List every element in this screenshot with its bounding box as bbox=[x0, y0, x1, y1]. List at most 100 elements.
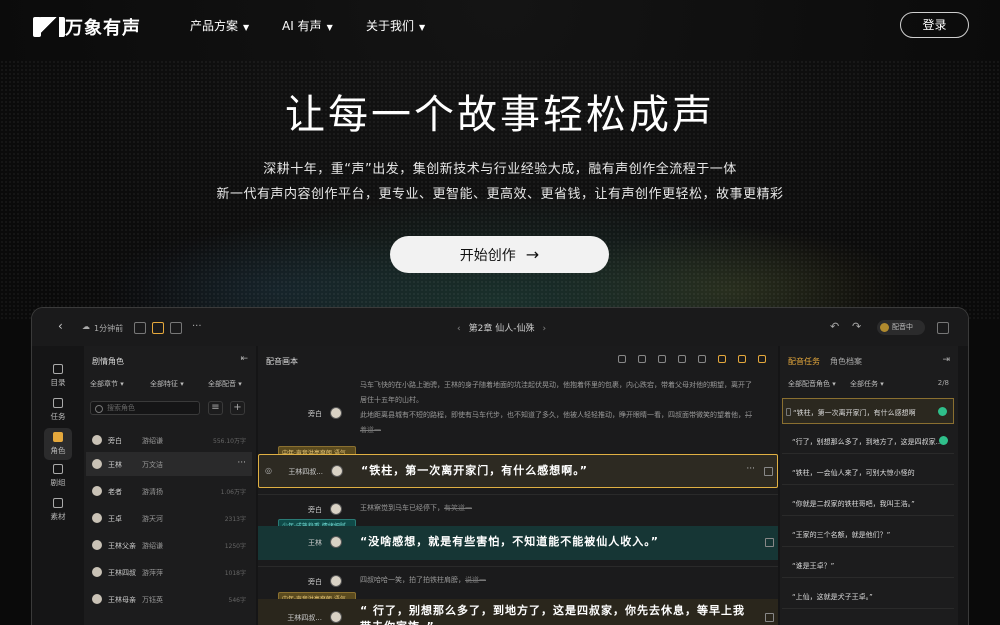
rail-item-roles[interactable]: 角色 bbox=[44, 428, 72, 460]
comment-icon[interactable] bbox=[765, 613, 774, 622]
export-icon[interactable] bbox=[937, 322, 949, 334]
script-line[interactable]: 旁白 四叔哈哈一笑，拍了拍铁柱肩膀，说道一 bbox=[258, 568, 778, 594]
task-item[interactable]: “王家的三个名额，就是他们？” bbox=[782, 521, 954, 547]
rail-item-assets[interactable]: 素材 bbox=[44, 498, 72, 522]
rail-item-crew[interactable]: 剧组 bbox=[44, 464, 72, 488]
play-icon[interactable] bbox=[618, 355, 626, 363]
chapter-switcher[interactable]: ‹ 第2章 仙人-仙殊 › bbox=[449, 321, 554, 334]
login-button[interactable]: 登录 bbox=[900, 12, 969, 38]
divider bbox=[258, 494, 778, 495]
task-item[interactable]: “上仙，这就是犬子王卓。” bbox=[782, 583, 954, 609]
script-line[interactable]: 王林 “没啥感想，就是有些害怕，不知道能不能被仙人收入。” bbox=[258, 526, 778, 560]
filter-task[interactable]: 全部任务 ▾ bbox=[850, 379, 884, 389]
role-search-input[interactable]: 搜索角色 bbox=[90, 401, 200, 415]
cloud-save-icon: ☁ bbox=[82, 322, 90, 331]
role-row[interactable]: 王林四叔 游萍萍 1018字 bbox=[86, 560, 252, 584]
role-row[interactable]: 王卓 游天河 2313字 bbox=[86, 506, 252, 530]
avatar bbox=[330, 503, 342, 515]
task-item[interactable]: “你就是二叔家的铁柱哥吧，我叫王浩。” bbox=[782, 490, 954, 516]
top-nav: 万象有声 产品方案 ▼ AI 有声 ▼ 关于我们 ▼ 登录 bbox=[0, 0, 1000, 50]
nav-item-about[interactable]: 关于我们 ▼ bbox=[366, 17, 425, 34]
font-icon[interactable] bbox=[698, 355, 706, 363]
task-item[interactable]: “铁柱，第一次离开家门，有什么感想啊 bbox=[782, 398, 954, 424]
script-line-selected[interactable]: ◎ 王林四叔... “铁柱，第一次离开家门，有什么感想啊。” ··· bbox=[258, 454, 778, 488]
chapter-title: 第2章 仙人-仙殊 bbox=[468, 324, 535, 334]
cta-label: 开始创作 bbox=[459, 247, 516, 264]
redo-icon[interactable]: ↷ bbox=[852, 320, 861, 333]
microphone-icon[interactable] bbox=[152, 322, 164, 334]
comment-icon[interactable] bbox=[765, 538, 774, 547]
collapse-right-icon[interactable]: ⇥ bbox=[942, 355, 950, 365]
add-role-button[interactable]: + bbox=[230, 401, 245, 415]
script-line[interactable]: 旁白 马车飞快的在小路上驰骋，王林的身子随着地面的坑洼起伏晃动，他抱着怀里的包裹… bbox=[258, 374, 778, 452]
line-speaker: 旁白 bbox=[308, 506, 322, 514]
line-speaker: 王林四叔... bbox=[287, 614, 322, 622]
line-text: “没啥感想，就是有些害怕，不知道能不能被仙人收入。” bbox=[360, 535, 659, 548]
more-icon[interactable]: ··· bbox=[746, 464, 755, 474]
avatar bbox=[331, 465, 343, 477]
start-creating-button[interactable]: 开始创作 → bbox=[390, 236, 609, 273]
role-row[interactable]: 王林 万文洁 ··· bbox=[86, 452, 252, 476]
document-icon[interactable] bbox=[134, 322, 146, 334]
left-rail: 目录 任务 角色 剧组 素材 bbox=[32, 346, 82, 625]
role-row[interactable]: 王林母亲 万钰英 546字 bbox=[86, 587, 252, 611]
hero-subtitle-1: 深耕十年，重“声”出发，集创新技术与行业经验大成，融有声创作全流程于一体 bbox=[263, 162, 737, 177]
asset-icon bbox=[53, 498, 63, 508]
filter-chapter[interactable]: 全部章节 ▾ bbox=[90, 379, 124, 389]
more-icon[interactable]: ··· bbox=[192, 321, 202, 332]
avatar bbox=[92, 513, 102, 523]
line-speaker: 王林 bbox=[308, 539, 322, 547]
task-progress: 2/8 bbox=[937, 379, 949, 387]
script-tools bbox=[618, 355, 766, 363]
role-row[interactable]: 老者 游清扬 1.06万字 bbox=[86, 479, 252, 503]
task-item[interactable]: “铁柱，一会仙人来了，可别大惊小怪的 bbox=[782, 459, 954, 485]
brand-name: 万象有声 bbox=[65, 18, 141, 39]
rail-item-catalog[interactable]: 目录 bbox=[44, 364, 72, 388]
back-icon[interactable]: ‹ bbox=[58, 319, 63, 333]
line-text: 王林察觉到马车已经停下，有笑道一 bbox=[360, 504, 472, 512]
filter-dub[interactable]: 全部配音 ▾ bbox=[208, 379, 242, 389]
task-item[interactable]: “谁是王卓？” bbox=[782, 552, 954, 578]
undo-icon[interactable]: ↶ bbox=[830, 320, 839, 333]
filter-role[interactable]: 全部配音角色 ▾ bbox=[788, 379, 836, 389]
hero-title: 让每一个故事轻松成声 bbox=[285, 92, 715, 138]
brush-icon[interactable] bbox=[718, 355, 726, 363]
filter-icon[interactable]: ≡ bbox=[208, 401, 223, 415]
line-speaker: 旁白 bbox=[308, 578, 322, 586]
voice-icon[interactable] bbox=[170, 322, 182, 334]
avatar bbox=[330, 407, 342, 419]
filter-trait[interactable]: 全部特征 ▾ bbox=[150, 379, 184, 389]
avatar bbox=[92, 459, 102, 469]
script-line[interactable]: 王林四叔... “ 行了，别想那么多了，到地方了，这是四叔家，你先去休息，等早上… bbox=[258, 599, 778, 625]
avatar bbox=[92, 435, 102, 445]
tab-role-profile[interactable]: 角色档案 bbox=[830, 357, 862, 366]
check-icon bbox=[939, 436, 948, 445]
role-row[interactable]: 王林父亲 游绍谦 1250字 bbox=[86, 533, 252, 557]
chevron-left-icon[interactable]: ‹ bbox=[457, 324, 461, 334]
comment-icon[interactable] bbox=[764, 467, 773, 476]
chevron-right-icon[interactable]: › bbox=[542, 324, 546, 334]
tab-dub-tasks[interactable]: 配音任务 bbox=[788, 357, 820, 366]
more-icon[interactable]: ··· bbox=[237, 458, 246, 468]
note-icon[interactable] bbox=[738, 355, 746, 363]
screen-icon[interactable] bbox=[758, 355, 766, 363]
task-item[interactable]: “行了，别想那么多了，到地方了，这是四叔家... bbox=[782, 428, 954, 454]
status-badge[interactable]: 配音中 bbox=[877, 320, 925, 335]
brand-logo[interactable]: 万象有声 bbox=[33, 14, 141, 40]
list-icon[interactable] bbox=[638, 355, 646, 363]
line-speaker: 王林四叔... bbox=[288, 468, 323, 476]
rail-item-tasks[interactable]: 任务 bbox=[44, 398, 72, 422]
line-text: “ 行了，别想那么多了，到地方了，这是四叔家，你先去休息，等早上我带去你家族。” bbox=[360, 604, 746, 625]
nav-item-ai[interactable]: AI 有声 ▼ bbox=[282, 17, 333, 34]
nav-item-products[interactable]: 产品方案 ▼ bbox=[190, 17, 249, 34]
app-toolbar: ‹ ☁ 1分钟前 ··· ‹ 第2章 仙人-仙殊 › ↶ ↷ 配音中 bbox=[32, 308, 968, 346]
collapse-left-icon[interactable]: ⇤ bbox=[240, 354, 248, 364]
script-panel: 配音画本 旁白 马车飞快的在小路上驰骋，王林的身子随着地面的坑洼起伏晃动，他抱着… bbox=[258, 346, 778, 625]
grid-icon[interactable] bbox=[678, 355, 686, 363]
tasks-panel: 配音任务 角色档案 ⇥ 全部配音角色 ▾ 全部任务 ▾ 2/8 “铁柱，第一次离开… bbox=[780, 346, 958, 625]
mark-icon[interactable] bbox=[658, 355, 666, 363]
check-icon bbox=[938, 407, 947, 416]
avatar bbox=[92, 486, 102, 496]
role-row[interactable]: 旁白 游绍谦 556.10万字 bbox=[86, 428, 252, 452]
app-preview-window: ‹ ☁ 1分钟前 ··· ‹ 第2章 仙人-仙殊 › ↶ ↷ 配音中 目录 任务 角… bbox=[31, 307, 969, 625]
